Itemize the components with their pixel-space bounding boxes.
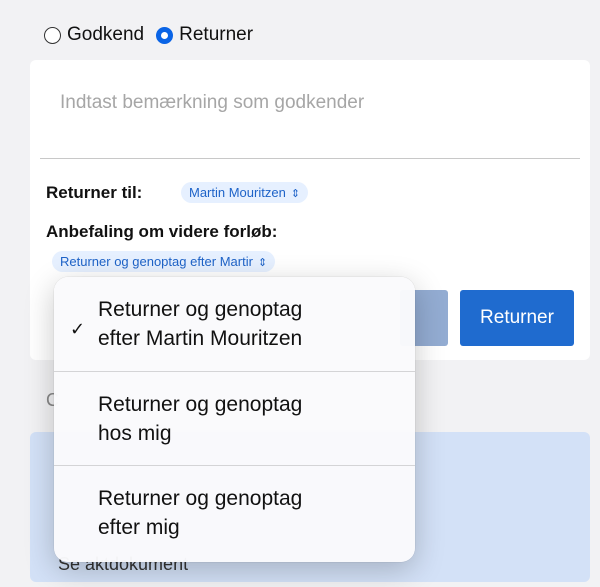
remark-placeholder: Indtast bemærkning som godkender <box>60 92 365 113</box>
checkmark-icon: ✓ <box>70 319 86 339</box>
remark-textarea[interactable]: Indtast bemærkning som godkender <box>40 76 580 159</box>
menu-item-line2: efter Martin Mouritzen <box>98 327 303 350</box>
return-radio[interactable]: Returner <box>156 24 253 46</box>
return-button[interactable]: Returner <box>460 290 574 346</box>
radio-selected-icon <box>156 26 174 44</box>
radio-unselected-icon <box>44 26 61 44</box>
recommendation-select[interactable]: Returner og genoptag efter Martir ⇕ <box>52 251 276 272</box>
chevron-updown-icon: ⇕ <box>290 188 301 200</box>
menu-item-line2: efter mig <box>98 516 180 539</box>
recommendation-label: Anbefaling om videre forløb: <box>46 222 278 241</box>
menu-item-line2: hos mig <box>98 422 172 445</box>
return-to-value: Martin Mouritzen <box>189 185 286 200</box>
menu-item-return-after-me[interactable]: Returner og genoptag efter mig <box>54 465 415 559</box>
recommendation-dropdown-menu: ✓ Returner og genoptag efter Martin Mour… <box>54 277 415 562</box>
approve-radio-label: Godkend <box>67 24 145 45</box>
menu-item-line1: Returner og genoptag <box>98 298 303 321</box>
return-to-select[interactable]: Martin Mouritzen ⇕ <box>181 182 309 203</box>
approve-radio[interactable]: Godkend <box>44 24 144 46</box>
menu-item-return-after-martin[interactable]: ✓ Returner og genoptag efter Martin Mour… <box>54 277 415 371</box>
menu-item-line1: Returner og genoptag <box>98 393 303 416</box>
decision-radio-group: Godkend Returner <box>44 24 265 46</box>
menu-item-return-with-me[interactable]: Returner og genoptag hos mig <box>54 371 415 465</box>
recommendation-value: Returner og genoptag efter Martir <box>60 254 253 269</box>
chevron-updown-icon: ⇕ <box>257 257 268 269</box>
return-radio-label: Returner <box>179 24 254 45</box>
menu-item-line1: Returner og genoptag <box>98 487 303 510</box>
return-to-label: Returner til: <box>46 183 143 202</box>
